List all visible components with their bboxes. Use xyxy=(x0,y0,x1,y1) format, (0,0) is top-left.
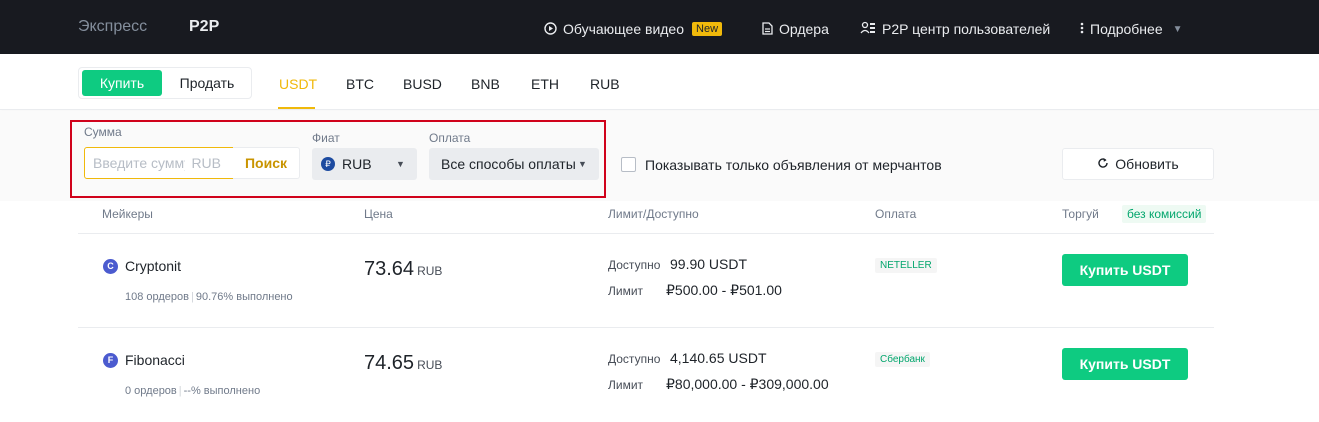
top-nav-bar: Экспресс P2P Обучающее видео New Ордера … xyxy=(0,0,1319,54)
vertical-dots-icon xyxy=(1080,22,1084,36)
header-limit: Лимит/Доступно xyxy=(608,207,699,221)
refresh-button[interactable]: Обновить xyxy=(1062,148,1214,180)
header-makers: Мейкеры xyxy=(102,207,153,221)
refresh-label: Обновить xyxy=(1115,156,1179,172)
sell-tab[interactable]: Продать xyxy=(165,70,249,96)
merchant-only-label: Показывать только объявления от мерчанто… xyxy=(645,157,942,173)
user-center-label: P2P центр пользователей xyxy=(882,21,1051,37)
available-label: Доступно xyxy=(608,352,661,366)
highlight-box xyxy=(70,120,606,198)
merchant-stats: 0 ордеров | --% выполнено xyxy=(125,385,260,397)
merchant-name[interactable]: Fibonacci xyxy=(125,352,185,368)
asset-tab-rub[interactable]: RUB xyxy=(590,76,620,92)
limit-label: Лимит xyxy=(608,378,644,392)
merchant-only-checkbox[interactable] xyxy=(621,157,636,172)
more-label: Подробнее xyxy=(1090,21,1163,37)
tab-express[interactable]: Экспресс xyxy=(78,18,147,36)
asset-tab-bnb[interactable]: BNB xyxy=(471,76,500,92)
buy-sell-toggle: Купить Продать xyxy=(78,67,252,99)
table-row: F Fibonacci 0 ордеров | --% выполнено 74.6… xyxy=(0,328,1319,422)
header-payment: Оплата xyxy=(875,207,917,221)
price: 74.65 RUB xyxy=(364,352,442,375)
header-trade: Торгуй xyxy=(1062,207,1099,221)
asset-bar: Купить Продать USDT BTC BUSD BNB ETH RUB xyxy=(0,54,1319,110)
tutorial-video-label: Обучающее видео xyxy=(563,21,685,37)
buy-tab[interactable]: Купить xyxy=(82,70,162,96)
limit-label: Лимит xyxy=(608,284,644,298)
price-value: 73.64 xyxy=(364,258,415,280)
buy-usdt-button[interactable]: Купить USDT xyxy=(1062,254,1188,286)
stats-divider: | xyxy=(191,291,194,303)
more-menu[interactable]: Подробнее ▼ xyxy=(1080,21,1183,37)
merchant-stats: 108 ордеров | 90.76% выполнено xyxy=(125,291,293,303)
document-icon xyxy=(762,21,773,37)
limit-value: ₽80,000.00 - ₽309,000.00 xyxy=(666,376,829,392)
no-fee-badge: без комиссий xyxy=(1122,205,1207,223)
play-circle-icon xyxy=(544,21,557,37)
completion-rate: --% выполнено xyxy=(183,385,261,397)
available-value: 99.90 USDT xyxy=(670,256,748,272)
available-value: 4,140.65 USDT xyxy=(670,350,767,366)
order-count: 0 ордеров xyxy=(125,385,177,397)
avatar: C xyxy=(103,259,118,274)
payment-method-tag: Сбербанк xyxy=(875,352,930,367)
order-count: 108 ордеров xyxy=(125,291,190,303)
user-center-link[interactable]: P2P центр пользователей xyxy=(860,21,1050,37)
stats-divider: | xyxy=(178,385,182,397)
price-unit: RUB xyxy=(417,264,443,278)
asset-tab-eth[interactable]: ETH xyxy=(531,76,559,92)
new-badge: New xyxy=(692,22,723,36)
refresh-icon xyxy=(1097,156,1109,172)
orders-label: Ордера xyxy=(779,21,829,37)
table-row: C Cryptonit 108 ордеров | 90.76% выполнено… xyxy=(0,234,1319,328)
chevron-down-icon: ▼ xyxy=(1172,23,1183,35)
header-price: Цена xyxy=(364,207,393,221)
orders-link[interactable]: Ордера xyxy=(762,21,829,37)
price: 73.64 RUB xyxy=(364,258,442,281)
limit-value: ₽500.00 - ₽501.00 xyxy=(666,282,782,298)
available-label: Доступно xyxy=(608,258,661,272)
merchant-name[interactable]: Cryptonit xyxy=(125,258,181,274)
avatar: F xyxy=(103,353,118,368)
price-value: 74.65 xyxy=(364,352,415,374)
price-unit: RUB xyxy=(417,358,443,372)
active-asset-underline xyxy=(278,107,315,109)
users-icon xyxy=(860,21,876,37)
tutorial-video-link[interactable]: Обучающее видео New xyxy=(544,21,723,37)
tab-p2p[interactable]: P2P xyxy=(189,18,219,36)
asset-tab-btc[interactable]: BTC xyxy=(346,76,374,92)
completion-rate: 90.76% выполнено xyxy=(195,291,293,303)
buy-usdt-button[interactable]: Купить USDT xyxy=(1062,348,1188,380)
asset-tab-busd[interactable]: BUSD xyxy=(403,76,442,92)
asset-tab-usdt[interactable]: USDT xyxy=(279,76,317,92)
payment-method-tag: NETELLER xyxy=(875,258,937,273)
